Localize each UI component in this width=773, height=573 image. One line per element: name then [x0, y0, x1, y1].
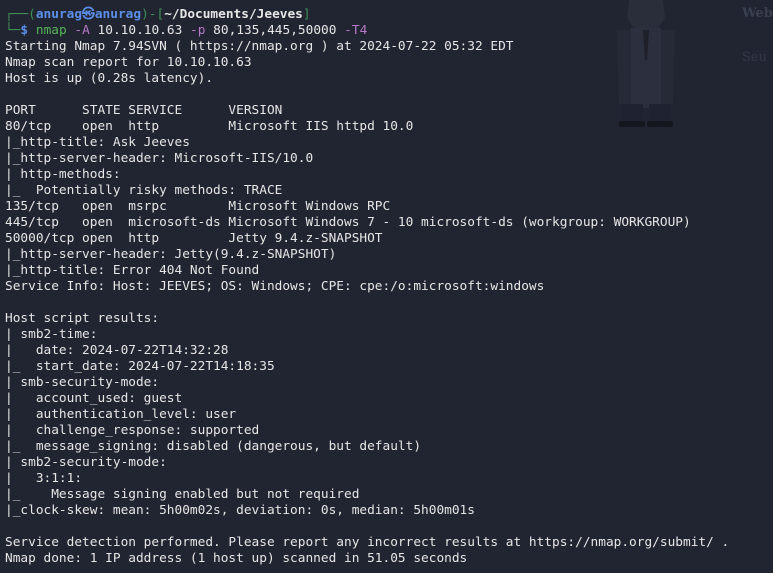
- output-line: | 3:1:1:: [5, 471, 83, 486]
- output-line: | smb2-time:: [5, 327, 98, 342]
- prompt-dollar: $: [20, 23, 29, 38]
- command-name: nmap: [35, 23, 67, 38]
- output-line: 135/tcp open msrpc Microsoft Windows RPC: [5, 199, 391, 214]
- output-line: |_ start_date: 2024-07-22T14:18:35: [5, 359, 275, 374]
- output-line: | challenge_response: supported: [5, 423, 260, 438]
- command-flag-aggressive: -A: [74, 23, 90, 38]
- background-figure: [617, 0, 675, 127]
- command-flag-ports: -p: [190, 23, 206, 38]
- output-line: Host script results:: [5, 311, 160, 326]
- output-line: 50000/tcp open http Jetty 9.4.z-SNAPSHOT: [5, 231, 383, 246]
- background-text-2: Seu: [742, 50, 767, 65]
- prompt-frame-start: ┌──(: [5, 7, 36, 22]
- prompt-user-host: anurag㉿anurag: [35, 7, 142, 22]
- prompt-cwd: ~/Documents/Jeeves: [164, 7, 303, 22]
- output-line: | account_used: guest: [5, 391, 183, 406]
- output-line: 80/tcp open http Microsoft IIS httpd 10.…: [5, 119, 414, 134]
- output-line: |_clock-skew: mean: 5h00m02s, deviation:…: [5, 503, 475, 518]
- output-line: |_ Message signing enabled but not requi…: [5, 487, 360, 502]
- prompt-line: ┌──(anurag㉿anurag)-[~/Documents/Jeeves]: [5, 7, 311, 23]
- output-line: |_http-title: Ask Jeeves: [5, 135, 190, 150]
- output-line: | http-methods:: [5, 167, 121, 182]
- command-ports: 80,135,445,50000: [213, 23, 337, 38]
- output-line: | smb2-security-mode:: [5, 455, 167, 470]
- output-line: | authentication_level: user: [5, 407, 237, 422]
- output-line: |_ Potentially risky methods: TRACE: [5, 183, 283, 198]
- output-line: Nmap scan report for 10.10.10.63: [5, 55, 252, 70]
- output-line: | smb-security-mode:: [5, 375, 160, 390]
- background-text-1: Web: [742, 6, 773, 21]
- command-line[interactable]: └─$ nmap -A 10.10.10.63 -p 80,135,445,50…: [5, 23, 367, 39]
- output-line: |_http-server-header: Jetty(9.4.z-SNAPSH…: [5, 247, 337, 262]
- background-window-text: Web Seu: [742, 0, 773, 100]
- terminal-window[interactable]: Web Seu ┌──(anurag㉿anurag)-[~/Documents/…: [0, 0, 773, 573]
- output-line: |_http-title: Error 404 Not Found: [5, 263, 260, 278]
- output-line: |_ message_signing: disabled (dangerous,…: [5, 439, 422, 454]
- prompt-frame-mid: )-[: [141, 7, 165, 22]
- command-flag-timing: -T4: [344, 23, 368, 38]
- prompt-frame-end: ]: [302, 7, 311, 22]
- output-line: PORT STATE SERVICE VERSION: [5, 103, 283, 118]
- output-line: Host is up (0.28s latency).: [5, 71, 214, 86]
- output-line: 445/tcp open microsoft-ds Microsoft Wind…: [5, 215, 691, 230]
- output-line: Nmap done: 1 IP address (1 host up) scan…: [5, 551, 468, 566]
- command-target: 10.10.10.63: [97, 23, 183, 38]
- output-line: |_http-server-header: Microsoft-IIS/10.0: [5, 151, 314, 166]
- output-line: | date: 2024-07-22T14:32:28: [5, 343, 229, 358]
- output-line: Service detection performed. Please repo…: [5, 535, 730, 550]
- output-line: Service Info: Host: JEEVES; OS: Windows;…: [5, 279, 545, 294]
- prompt-frame-bottom: └─: [5, 23, 21, 38]
- output-line: Starting Nmap 7.94SVN ( https://nmap.org…: [5, 39, 514, 54]
